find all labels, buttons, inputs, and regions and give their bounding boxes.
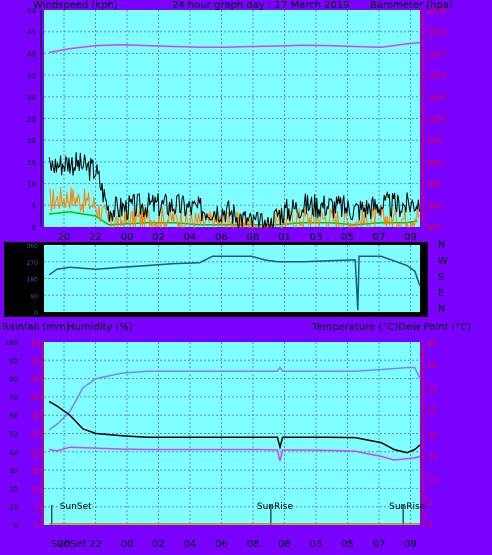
compass-label: E xyxy=(438,288,444,299)
barometer-tick-label: 1005 xyxy=(428,94,446,102)
compass-label: N xyxy=(438,240,445,251)
windspeed-tick-label: 50 xyxy=(27,7,36,15)
time-tick-label: 04 xyxy=(184,539,197,550)
time-tick-label: 09 xyxy=(404,539,417,550)
sunset-tick-label: SunSet xyxy=(51,539,87,550)
temperature-tick-label: 20 xyxy=(428,431,437,439)
temperature-tick-label: 30 xyxy=(428,385,437,393)
windspeed-tick-label: 10 xyxy=(27,181,36,189)
humidity-tick-label: 100 xyxy=(5,339,18,347)
humidity-tick-label: 80 xyxy=(9,376,18,384)
rainfall-tick-label: 15 xyxy=(31,467,40,475)
compass-label: W xyxy=(438,256,448,267)
time-tick-label: 07 xyxy=(373,539,386,550)
rainfall-tick-label: 5 xyxy=(36,504,40,512)
windspeed-tick-label: 20 xyxy=(27,137,36,145)
windspeed-tick-label: 15 xyxy=(27,159,36,167)
windspeed-tick-label: 40 xyxy=(27,50,36,58)
rainfall-tick-label: 10 xyxy=(31,485,40,493)
direction-tick-label: 270 xyxy=(27,260,39,267)
windspeed-tick-label: 45 xyxy=(27,29,36,37)
temperature-tick-label: 15 xyxy=(428,453,437,461)
sun-event-label: SunRise xyxy=(389,502,426,512)
temperature-tick-label: 10 xyxy=(428,476,437,484)
rainfall-tick-label: 40 xyxy=(31,376,40,384)
humidity-tick-label: 30 xyxy=(9,467,18,475)
wind-direction-chart: 360270180900NWSEN xyxy=(4,240,448,317)
weather-graph-window: Windspeed (kph) 24 hour graph day : 17 M… xyxy=(0,0,492,555)
temperature-tick-label: 0 xyxy=(428,522,432,530)
temperature-tick-label: 25 xyxy=(428,408,437,416)
humidity-tick-label: 90 xyxy=(9,357,18,365)
time-tick-label: 08 xyxy=(278,539,291,550)
windspeed-tick-label: 35 xyxy=(27,72,36,80)
humidity-tick-label: 20 xyxy=(9,485,18,493)
time-tick-label: 02 xyxy=(152,539,165,550)
compass-label: N xyxy=(438,304,445,315)
rainfall-tick-label: 30 xyxy=(31,412,40,420)
barometer-tick-label: 1010 xyxy=(428,72,446,80)
direction-tick-label: 180 xyxy=(27,277,39,284)
compass-label: S xyxy=(438,272,444,283)
temperature-tick-label: 40 xyxy=(428,339,437,347)
time-tick-label: 05 xyxy=(341,539,354,550)
rainfall-tick-label: 50 xyxy=(31,339,40,347)
barometer-tick-label: 975 xyxy=(428,224,441,232)
wind-barometer-chart: 0510152025303540455097598098599099510001… xyxy=(27,7,446,243)
humidity-tick-label: 40 xyxy=(9,449,18,457)
temperature-tick-label: 35 xyxy=(428,362,437,370)
temperature-tick-label: 5 xyxy=(428,499,432,507)
direction-tick-label: 0 xyxy=(34,310,38,317)
rainfall-tick-label: 35 xyxy=(31,394,40,402)
windspeed-tick-label: 0 xyxy=(32,224,36,232)
humidity-tick-label: 70 xyxy=(9,394,18,402)
windspeed-tick-label: 30 xyxy=(27,94,36,102)
time-tick-label: 00 xyxy=(121,539,134,550)
barometer-tick-label: 1015 xyxy=(428,50,446,58)
barometer-tick-label: 1025 xyxy=(428,7,446,15)
barometer-tick-label: 985 xyxy=(428,181,441,189)
windspeed-tick-label: 5 xyxy=(32,202,36,210)
rainfall-tick-label: 0 xyxy=(36,522,40,530)
direction-tick-label: 90 xyxy=(30,293,38,300)
direction-tick-label: 360 xyxy=(27,243,39,250)
humidity-tick-label: 0 xyxy=(14,522,18,530)
temperature-humidity-chart: 0102030405060708090100051015202530354045… xyxy=(5,339,437,550)
time-tick-label: 08 xyxy=(247,539,260,550)
rainfall-tick-label: 45 xyxy=(31,357,40,365)
humidity-tick-label: 10 xyxy=(9,504,18,512)
humidity-tick-label: 60 xyxy=(9,412,18,420)
barometer-tick-label: 980 xyxy=(428,202,441,210)
barometer-tick-label: 1000 xyxy=(428,116,446,124)
barometer-tick-label: 990 xyxy=(428,159,441,167)
sun-event-label: SunRise xyxy=(257,502,294,512)
rainfall-tick-label: 20 xyxy=(31,449,40,457)
windspeed-tick-label: 25 xyxy=(27,116,36,124)
time-tick-label: 22 xyxy=(89,539,102,550)
humidity-tick-label: 50 xyxy=(9,431,18,439)
time-tick-label: 06 xyxy=(215,539,228,550)
time-tick-label: 03 xyxy=(310,539,323,550)
sun-event-label: SunSet xyxy=(60,502,92,512)
barometer-tick-label: 995 xyxy=(428,137,441,145)
barometer-tick-label: 1020 xyxy=(428,29,446,37)
rainfall-tick-label: 25 xyxy=(31,431,40,439)
